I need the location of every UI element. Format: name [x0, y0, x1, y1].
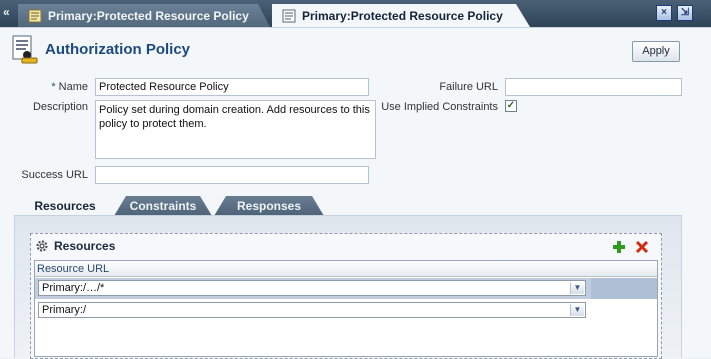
policy-document-icon [282, 9, 296, 22]
resource-url-select[interactable]: Primary:/ ▼ [38, 302, 586, 318]
tab-constraints[interactable]: Constraints [114, 196, 212, 216]
success-url-input[interactable] [95, 166, 369, 184]
resource-url-select[interactable]: Primary:/…/* ▼ [38, 280, 586, 296]
name-label-text: Name [58, 81, 88, 93]
delete-icon[interactable] [635, 240, 649, 254]
resource-url-value: Primary:/ [42, 304, 86, 316]
tab-resources[interactable]: Resources [18, 196, 112, 216]
table-row[interactable]: Primary:/ ▼ [35, 300, 657, 321]
resources-table: Resource URL Primary:/…/* ▼ Primary:/ ▼ [34, 260, 658, 357]
tab-primary-policy-inactive[interactable]: Primary:Protected Resource Policy [18, 4, 270, 27]
tab-primary-policy-active[interactable]: Primary:Protected Resource Policy [272, 4, 530, 27]
policy-document-icon [28, 9, 42, 22]
resource-url-value: Primary:/…/* [42, 282, 105, 294]
failure-url-label: Failure URL [439, 81, 498, 93]
tab-label: Primary:Protected Resource Policy [48, 8, 249, 23]
description-label: Description [32, 101, 88, 113]
name-input[interactable]: Protected Resource Policy [95, 78, 369, 96]
table-row[interactable]: Primary:/…/* ▼ [35, 278, 657, 299]
row-selection-cell [591, 278, 657, 299]
success-url-label: Success URL [21, 169, 88, 181]
apply-button[interactable]: Apply [632, 41, 680, 62]
content-panel: Authorization Policy Apply * Name Protec… [0, 27, 711, 359]
add-icon[interactable] [612, 240, 626, 254]
close-icon[interactable]: × [656, 5, 672, 21]
implied-constraints-checkbox[interactable]: ✓ [505, 100, 517, 112]
page-title: Authorization Policy [45, 41, 191, 58]
document-tab-strip: « Primary:Protected Resource Policy Prim… [0, 0, 711, 27]
collapse-icon[interactable]: « [3, 5, 10, 19]
gear-icon [36, 240, 48, 252]
chevron-down-icon[interactable]: ▼ [570, 282, 584, 294]
name-label: * Name [40, 81, 88, 93]
tab-label: Primary:Protected Resource Policy [302, 8, 503, 23]
restore-icon[interactable]: ⇲ [677, 5, 693, 21]
resources-section: Resources Resource URL Primary:/…/* ▼ Pr… [30, 233, 662, 359]
description-textarea[interactable]: Policy set during domain creation. Add r… [95, 100, 376, 159]
authorization-policy-icon [12, 35, 38, 64]
failure-url-input[interactable] [505, 78, 682, 96]
resources-header: Resources [35, 239, 115, 253]
resources-title: Resources [54, 239, 116, 253]
column-header-resource-url[interactable]: Resource URL [35, 261, 657, 277]
chevron-down-icon[interactable]: ▼ [570, 304, 584, 316]
required-marker: * [51, 81, 56, 93]
implied-constraints-label: Use Implied Constraints [381, 101, 498, 113]
tab-responses[interactable]: Responses [214, 196, 324, 216]
